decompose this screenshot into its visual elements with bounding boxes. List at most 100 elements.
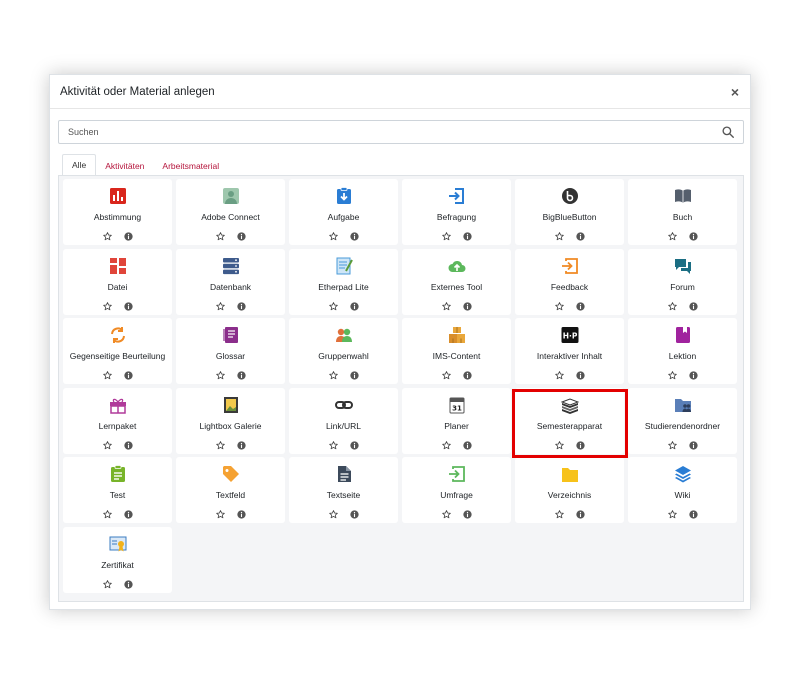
star-icon[interactable] xyxy=(216,298,225,310)
star-icon[interactable] xyxy=(555,437,564,449)
activity-card-buch[interactable]: Buch xyxy=(628,179,737,245)
activity-card-verzeichnis[interactable]: Verzeichnis xyxy=(515,457,624,523)
svg-text:H·P: H·P xyxy=(563,332,578,341)
star-icon[interactable] xyxy=(668,228,677,241)
activity-card-umfrage[interactable]: Umfrage xyxy=(402,457,511,523)
star-icon[interactable] xyxy=(329,298,338,310)
activity-card-adobe-connect[interactable]: Adobe Connect xyxy=(176,179,285,245)
star-icon[interactable] xyxy=(103,228,112,241)
search-icon[interactable] xyxy=(722,126,734,138)
info-icon[interactable] xyxy=(350,506,359,519)
info-icon[interactable] xyxy=(689,298,698,311)
star-icon[interactable] xyxy=(668,367,677,380)
activity-card-glossar[interactable]: Glossar xyxy=(176,318,285,384)
info-icon[interactable] xyxy=(689,437,698,450)
info-icon[interactable] xyxy=(350,437,359,450)
activity-card-lernpaket[interactable]: Lernpaket xyxy=(63,387,172,454)
info-icon[interactable] xyxy=(576,437,585,450)
star-icon[interactable] xyxy=(103,298,112,310)
info-icon[interactable] xyxy=(124,437,133,450)
activity-card-bigbluebutton[interactable]: BigBlueButton xyxy=(515,179,624,245)
info-icon[interactable] xyxy=(689,506,698,519)
star-icon[interactable] xyxy=(216,228,225,241)
star-icon[interactable] xyxy=(103,437,112,449)
star-icon[interactable] xyxy=(555,298,564,310)
activity-card-feedback[interactable]: Feedback xyxy=(515,248,624,315)
star-icon[interactable] xyxy=(555,228,564,241)
activity-card-lightbox-galerie[interactable]: Lightbox Galerie xyxy=(176,387,285,454)
star-icon[interactable] xyxy=(442,298,451,310)
activity-card-aufgabe[interactable]: Aufgabe xyxy=(289,179,398,245)
star-icon[interactable] xyxy=(555,367,564,380)
tab-arbeitsmaterial[interactable]: Arbeitsmaterial xyxy=(153,156,228,176)
activity-card-planer[interactable]: 31 Planer xyxy=(402,387,511,454)
info-icon[interactable] xyxy=(463,298,472,311)
activity-card-wiki[interactable]: Wiki xyxy=(628,457,737,523)
star-icon[interactable] xyxy=(668,298,677,310)
info-icon[interactable] xyxy=(689,367,698,380)
activity-card-studierendenordner[interactable]: Studierendenordner xyxy=(628,387,737,454)
star-icon[interactable] xyxy=(668,437,677,449)
info-icon[interactable] xyxy=(124,506,133,519)
star-icon[interactable] xyxy=(329,228,338,241)
activity-card-gegenseitige-beurteilung[interactable]: Gegenseitige Beurteilung xyxy=(63,318,172,384)
info-icon[interactable] xyxy=(463,506,472,519)
star-icon[interactable] xyxy=(329,367,338,380)
info-icon[interactable] xyxy=(350,298,359,311)
star-icon[interactable] xyxy=(216,367,225,380)
info-icon[interactable] xyxy=(463,367,472,380)
activity-card-lektion[interactable]: Lektion xyxy=(628,318,737,384)
info-icon[interactable] xyxy=(463,228,472,241)
star-icon[interactable] xyxy=(103,367,112,380)
star-icon[interactable] xyxy=(442,437,451,449)
star-icon[interactable] xyxy=(103,506,112,519)
activity-card-datenbank[interactable]: Datenbank xyxy=(176,248,285,315)
info-icon[interactable] xyxy=(350,228,359,241)
info-icon[interactable] xyxy=(576,228,585,241)
activity-card-interaktiver-inhalt[interactable]: H·P Interaktiver Inhalt xyxy=(515,318,624,384)
activity-card-link-url[interactable]: Link/URL xyxy=(289,387,398,454)
info-icon[interactable] xyxy=(576,506,585,519)
info-icon[interactable] xyxy=(124,576,133,589)
search-input[interactable] xyxy=(59,121,722,143)
info-icon[interactable] xyxy=(689,228,698,241)
info-icon[interactable] xyxy=(237,367,246,380)
info-icon[interactable] xyxy=(576,298,585,311)
star-icon[interactable] xyxy=(329,437,338,449)
activity-card-test[interactable]: Test xyxy=(63,457,172,523)
activity-card-forum[interactable]: Forum xyxy=(628,248,737,315)
info-icon[interactable] xyxy=(124,298,133,311)
activity-card-gruppenwahl[interactable]: Gruppenwahl xyxy=(289,318,398,384)
star-icon[interactable] xyxy=(216,506,225,519)
activity-card-befragung[interactable]: Befragung xyxy=(402,179,511,245)
activity-card-externes-tool[interactable]: Externes Tool xyxy=(402,248,511,315)
info-icon[interactable] xyxy=(350,367,359,380)
star-icon[interactable] xyxy=(668,506,677,519)
star-icon[interactable] xyxy=(442,228,451,241)
activity-card-textfeld[interactable]: Textfeld xyxy=(176,457,285,523)
activity-card-zertifikat[interactable]: Zertifikat xyxy=(63,526,172,593)
tab-alle[interactable]: Alle xyxy=(62,154,97,176)
close-icon[interactable]: × xyxy=(728,85,742,99)
info-icon[interactable] xyxy=(237,298,246,311)
activity-card-semesterapparat[interactable]: Semesterapparat xyxy=(515,387,624,454)
star-icon[interactable] xyxy=(216,437,225,449)
info-icon[interactable] xyxy=(124,367,133,380)
info-icon[interactable] xyxy=(124,228,133,241)
activity-card-etherpad-lite[interactable]: Etherpad Lite xyxy=(289,248,398,315)
star-icon[interactable] xyxy=(442,506,451,519)
activity-card-textseite[interactable]: Textseite xyxy=(289,457,398,523)
star-icon[interactable] xyxy=(442,367,451,380)
star-icon[interactable] xyxy=(555,506,564,519)
tab-aktivitaeten[interactable]: Aktivitäten xyxy=(96,156,153,176)
info-icon[interactable] xyxy=(237,506,246,519)
activity-card-ims-content[interactable]: IMS-Content xyxy=(402,318,511,384)
info-icon[interactable] xyxy=(463,437,472,450)
activity-card-datei[interactable]: Datei xyxy=(63,248,172,315)
star-icon[interactable] xyxy=(329,506,338,519)
info-icon[interactable] xyxy=(237,228,246,241)
star-icon[interactable] xyxy=(103,576,112,588)
info-icon[interactable] xyxy=(576,367,585,380)
activity-card-abstimmung[interactable]: Abstimmung xyxy=(63,179,172,245)
info-icon[interactable] xyxy=(237,437,246,450)
